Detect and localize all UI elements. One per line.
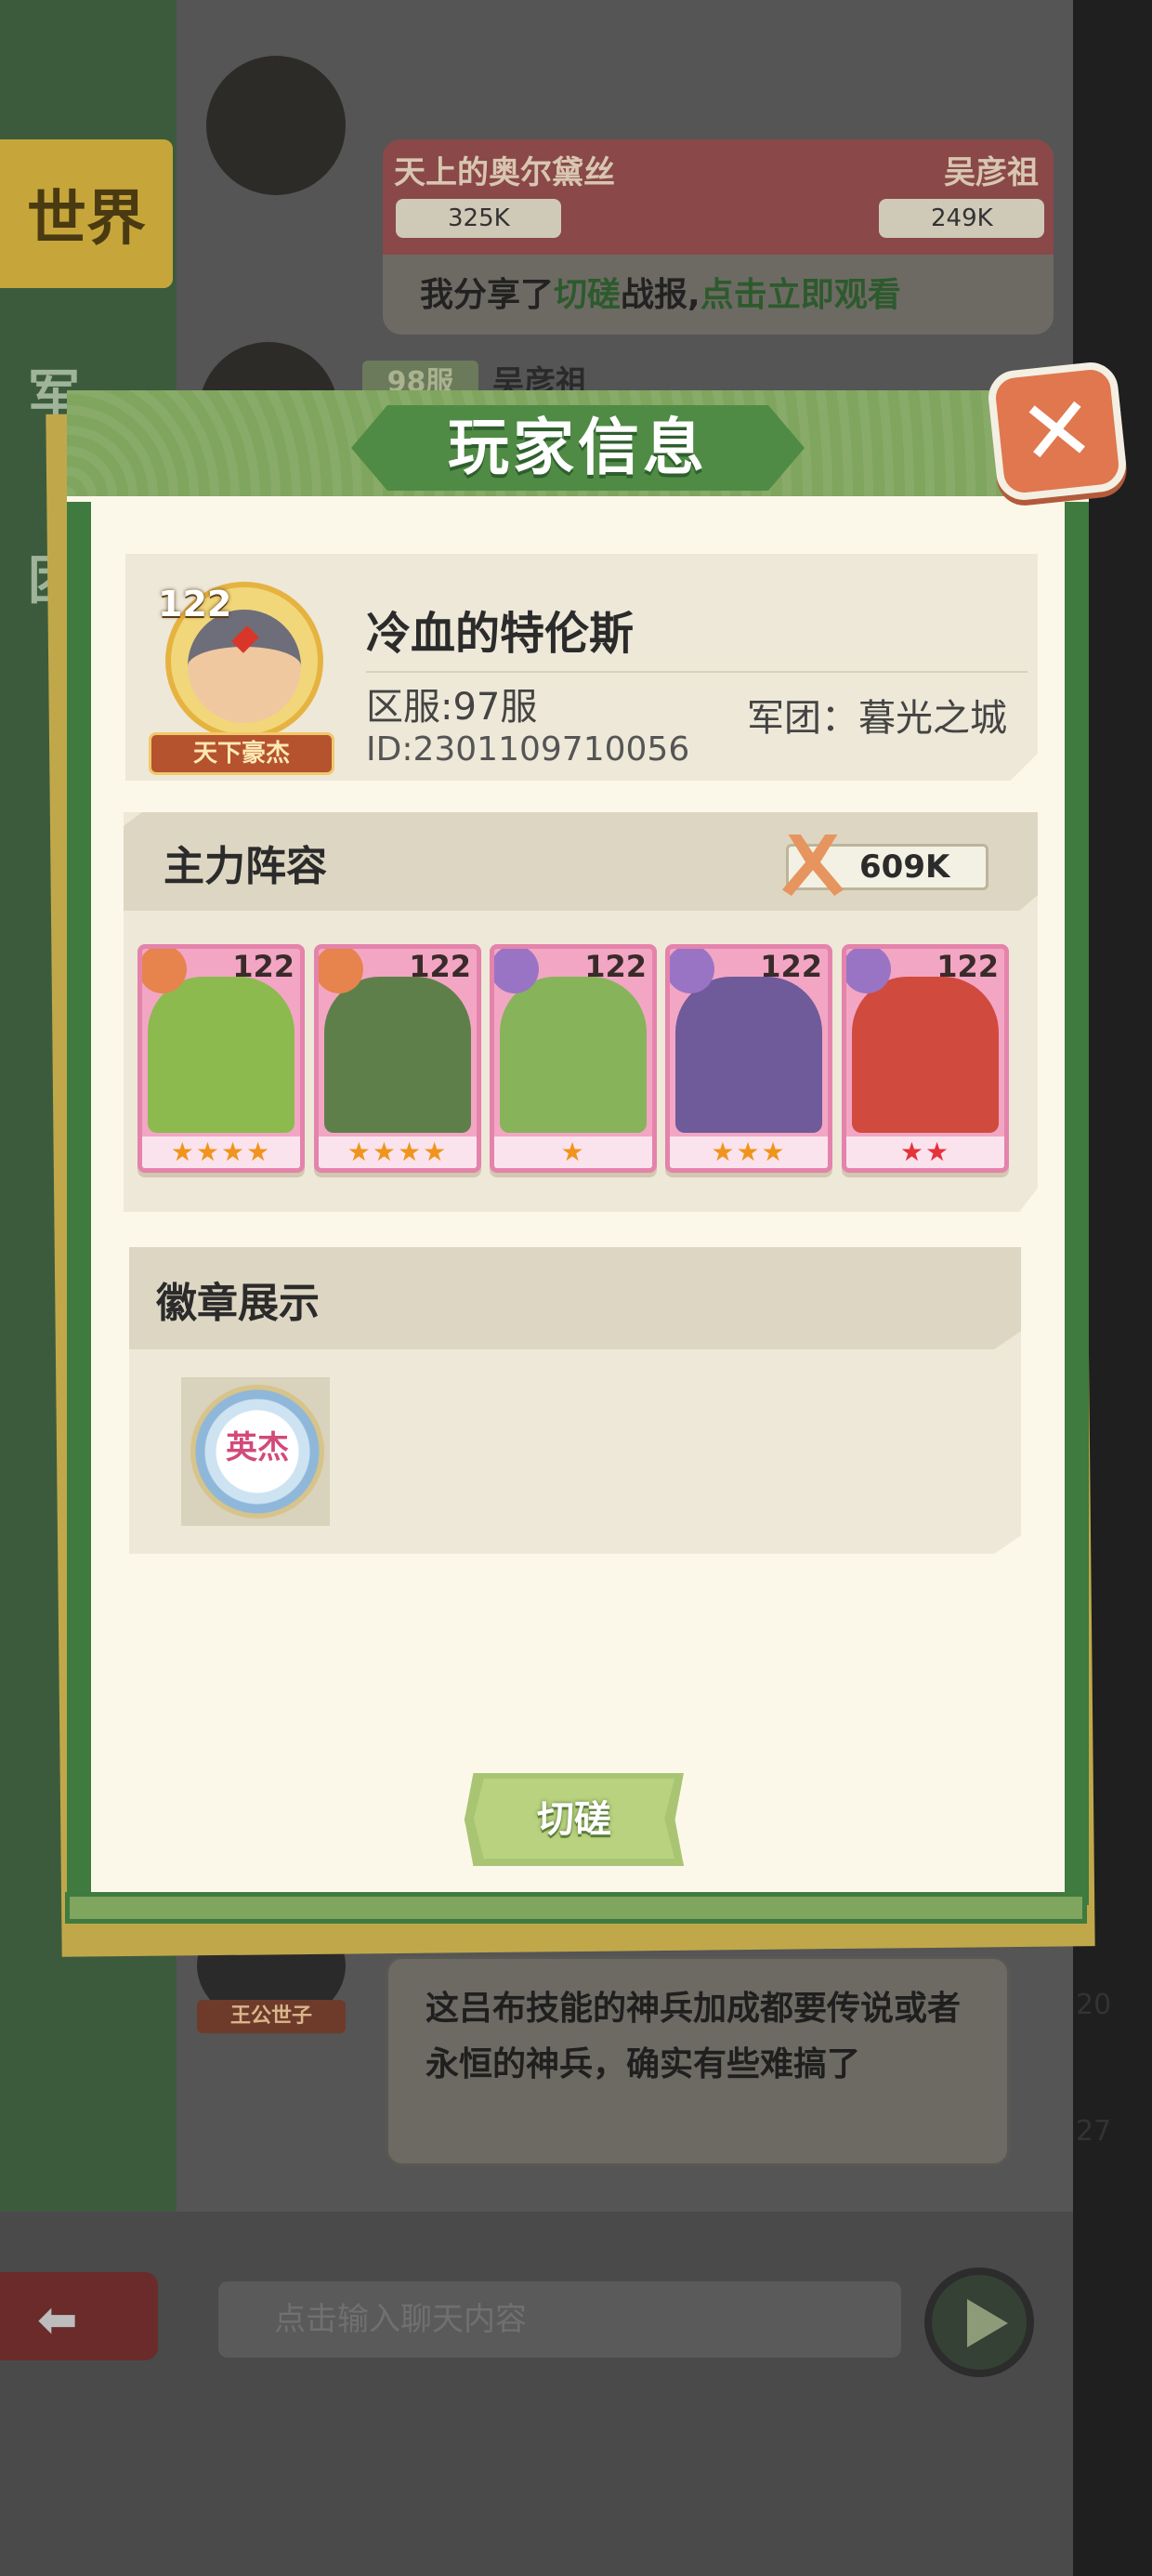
chat-message-text: 这吕布技能的神兵加成都要传说或者永恒的神兵，确实有些难搞了 [425,1990,962,2083]
share-watch-link[interactable]: 点击立即观看 [700,276,901,314]
hero-stars: ★ [494,1137,652,1168]
share-text-prefix: 我分享了 [420,276,555,314]
badge-title: 徽章展示 [156,1280,320,1327]
hero-stars: ★★★ [670,1137,828,1168]
hero-portrait [852,977,999,1133]
share-power-left: 325K [396,199,561,238]
badge-label: 英杰 [226,1429,289,1466]
hero-level: 122 [409,949,471,984]
hero-portrait [500,977,647,1133]
modal-footer-bar [65,1892,1087,1924]
hero-card[interactable]: 122 ★★ [842,944,1009,1173]
share-player-left: 天上的奥尔黛丝 [394,154,615,191]
hero-class-icon [846,949,891,993]
share-text-mid: 战报, [621,276,700,314]
hero-portrait [148,977,295,1133]
player-name: 冷血的特伦斯 [366,608,635,660]
close-button[interactable]: ✕ [986,360,1129,503]
back-button[interactable]: ⬅ [0,2272,158,2360]
title-plate: 天下豪杰 [149,732,334,775]
tab-world[interactable]: 世界 [0,139,173,288]
share-power-right: 249K [879,199,1044,238]
hero-class-icon [142,949,187,993]
hero-class-icon [670,949,714,993]
hero-card[interactable]: 122 ★ [490,944,657,1173]
player-server: 区服:97服 [366,686,538,729]
hero-level: 122 [232,949,295,984]
hero-level: 122 [760,949,822,984]
battle-share-banner: 天上的奥尔黛丝 吴彦祖 325K 249K [383,139,1054,255]
chat-input[interactable]: 点击输入聊天内容 [218,2281,901,2358]
battle-share-message[interactable]: 天上的奥尔黛丝 吴彦祖 325K 249K 我分享了切磋战报,点击立即观看 [383,139,1054,335]
divider [366,671,1028,673]
modal-title: 玩家信息 [448,412,708,483]
hero-portrait [324,977,471,1133]
hero-stars: ★★ [846,1137,1004,1168]
player-avatar[interactable]: 122 天下豪杰 [149,576,334,781]
hero-class-icon [319,949,363,993]
hero-card[interactable]: 122 ★★★★ [137,944,305,1173]
send-icon [967,2299,1008,2347]
hero-card[interactable]: 122 ★★★ [665,944,832,1173]
hero-stars: ★★★★ [319,1137,477,1168]
hero-level: 122 [584,949,647,984]
spar-button-label[interactable]: 切磋 [465,1773,684,1866]
side-number: 27 [1076,2115,1112,2148]
hero-stars: ★★★★ [142,1137,300,1168]
arrow-left-icon: ⬅ [37,2293,78,2348]
chat-message-bubble: 这吕布技能的神兵加成都要传说或者永恒的神兵，确实有些难搞了 [386,1956,1010,2166]
close-icon: ✕ [1015,375,1100,487]
player-id: ID:2301109710056 [366,730,690,769]
hero-class-icon [494,949,539,993]
share-text: 我分享了切磋战报,点击立即观看 [420,268,901,316]
side-number: 20 [1076,1989,1112,2021]
hero-portrait [675,977,822,1133]
avatar[interactable] [206,56,346,195]
lineup-title: 主力阵容 [164,843,327,890]
share-text-spar: 切磋 [554,276,622,314]
send-button[interactable] [924,2267,1034,2377]
player-level: 122 [158,584,232,624]
share-player-right: 吴彦祖 [944,154,1039,191]
player-guild: 军团：暮光之城 [747,697,1007,740]
hero-level: 122 [936,949,999,984]
hero-card[interactable]: 122 ★★★★ [314,944,481,1173]
sender-title-tag: 王公世子 [197,2000,346,2033]
chat-bottom-bar [0,2212,1073,2576]
